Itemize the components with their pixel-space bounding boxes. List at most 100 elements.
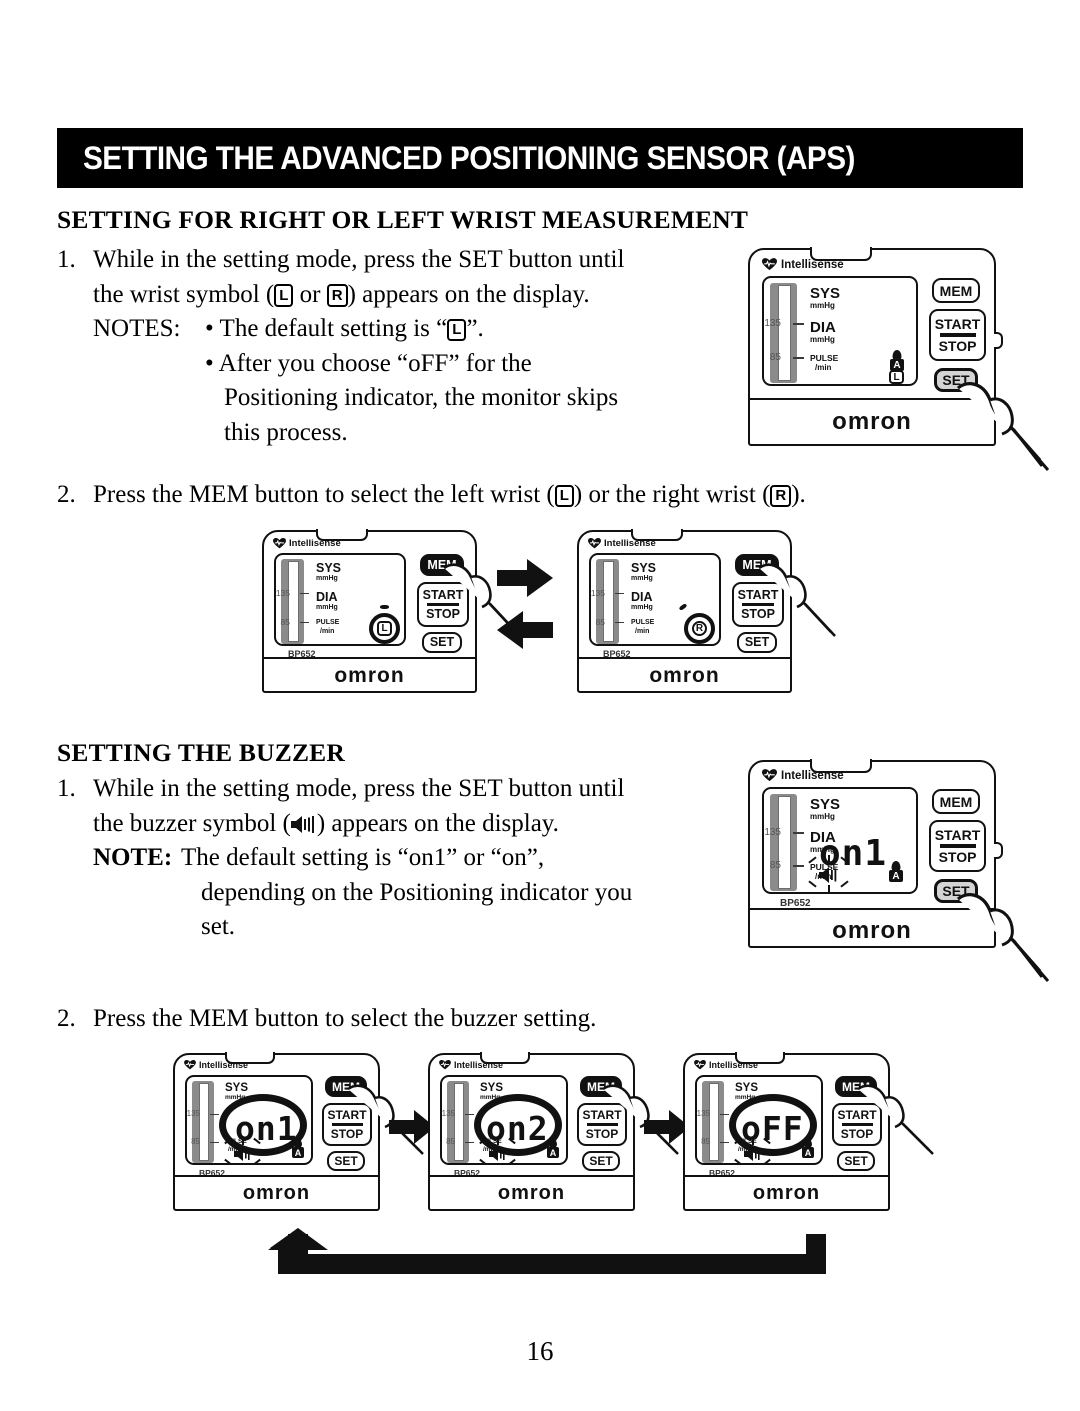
flash-ray bbox=[828, 885, 830, 892]
scale-tick-high bbox=[615, 593, 624, 595]
intellisense-brand: Intellisense bbox=[762, 258, 844, 271]
dia-unit: mmHg bbox=[810, 335, 835, 344]
sys-label: SYS bbox=[480, 1082, 504, 1094]
scale-tick-high bbox=[793, 832, 804, 834]
section2-step2: 2. Press the MEM button to select the buz… bbox=[57, 1002, 957, 1037]
page-title-banner: SETTING THE ADVANCED POSITIONING SENSOR … bbox=[57, 128, 1023, 188]
brand-label: Intellisense bbox=[709, 1060, 759, 1070]
scale-value-low: 85 bbox=[446, 1137, 455, 1146]
pressure-scale-inner bbox=[199, 1083, 209, 1161]
page-number: 16 bbox=[526, 1336, 554, 1366]
sys-label: SYS bbox=[810, 285, 841, 302]
buzzer-step2-number: 2. bbox=[57, 1005, 76, 1032]
lcd-screen: 135 85 SYS mmHg DIA mmHg PULSE /min L bbox=[274, 553, 406, 646]
heart-ecg-icon bbox=[694, 1060, 706, 1070]
pulse-unit: /min bbox=[815, 363, 832, 372]
lcd-screen: 135 85 SYS mmHg PULSE /min on2 A bbox=[440, 1075, 568, 1165]
flash-ray bbox=[763, 1158, 771, 1163]
dia-unit: mmHg bbox=[631, 604, 653, 611]
pressure-scale-inner bbox=[709, 1083, 719, 1161]
device-divider bbox=[264, 657, 475, 660]
pointing-hand-icon bbox=[957, 893, 1050, 982]
pulse-label: PULSE bbox=[316, 619, 340, 626]
pulse-label: PULSE bbox=[631, 619, 655, 626]
step2-number: 2. bbox=[57, 481, 76, 508]
step1-line2-b: or bbox=[293, 280, 327, 308]
device-divider bbox=[685, 1175, 888, 1178]
arrow-right-icon bbox=[497, 559, 553, 597]
buzzer-speaker-icon bbox=[290, 809, 317, 833]
start-stop-divider bbox=[939, 333, 976, 337]
page-title: SETTING THE ADVANCED POSITIONING SENSOR … bbox=[83, 139, 855, 176]
heart-ecg-icon bbox=[588, 538, 601, 549]
step1-number: 1. bbox=[57, 246, 76, 273]
brand-label: Intellisense bbox=[199, 1060, 249, 1070]
pulse-label: PULSE bbox=[810, 353, 839, 363]
flash-mark bbox=[678, 603, 688, 611]
note2-line2: Positioning indicator, the monitor skips bbox=[224, 384, 619, 411]
flash-ray bbox=[479, 1158, 487, 1163]
buzzer-speaker-icon bbox=[489, 1147, 509, 1161]
device-illustration-1: Intellisense 135 85 SYS mmHg DIA mmHg PU… bbox=[748, 247, 1050, 471]
device-illustration-6: Intellisense 135 85 SYS mmHg PULSE /min … bbox=[428, 1052, 679, 1211]
start-stop-button[interactable]: START STOP bbox=[929, 309, 986, 361]
heart-ecg-icon bbox=[184, 1060, 196, 1070]
mem-button[interactable]: MEM bbox=[932, 789, 980, 814]
buzzer-note-line1: The default setting is “on1” or “on”, bbox=[181, 844, 545, 871]
scale-value-high: 135 bbox=[186, 1109, 200, 1118]
sys-label: SYS bbox=[316, 561, 342, 575]
dia-label: DIA bbox=[316, 590, 338, 604]
device-illustration-5: Intellisense 135 85 SYS mmHg PULSE /min … bbox=[173, 1052, 424, 1211]
scale-tick-high bbox=[793, 323, 804, 325]
scale-tick-low bbox=[465, 1142, 474, 1144]
arrow-left-icon bbox=[497, 611, 553, 649]
section1-step1: 1. While in the setting mode, press the S… bbox=[57, 243, 747, 450]
heart-ecg-icon bbox=[762, 769, 777, 782]
positioning-a-indicator: A bbox=[546, 1139, 560, 1158]
lcd-screen: 135 85 SYS mmHg PULSE /min on1 A bbox=[185, 1075, 313, 1165]
omron-logo: omron bbox=[649, 664, 720, 687]
scale-tick-high bbox=[210, 1114, 219, 1116]
mem-button[interactable]: MEM bbox=[932, 278, 980, 303]
buzzer-speaker-icon bbox=[819, 867, 841, 883]
flash-ray bbox=[253, 1158, 261, 1163]
scale-value-high: 135 bbox=[764, 318, 781, 329]
positioning-a-indicator: A bbox=[889, 350, 905, 371]
device-illustration-3: Intellisense 135 85 SYS mmHg DIA mmHg PU… bbox=[577, 529, 836, 693]
sys-unit: mmHg bbox=[316, 575, 338, 582]
scale-value-low: 85 bbox=[280, 617, 290, 627]
buzzer-readout: oFF bbox=[741, 1109, 804, 1148]
step2-wrist-right-icon: R bbox=[770, 484, 792, 507]
buzzer-speaker-icon bbox=[234, 1147, 254, 1161]
brand-label: Intellisense bbox=[454, 1060, 504, 1070]
section1-step2: 2. Press the MEM button to select the lef… bbox=[57, 478, 1017, 513]
wrist-right-icon: R bbox=[326, 284, 348, 307]
start-stop-button[interactable]: START STOP bbox=[929, 820, 986, 872]
lcd-screen: 135 85 SYS mmHg DIA mmHg PULSE /min R bbox=[589, 553, 721, 646]
buzzer-note-line3: set. bbox=[201, 913, 236, 940]
flash-ray bbox=[752, 1137, 754, 1145]
flash-ray bbox=[752, 1163, 754, 1165]
wrist-indicator-l: L bbox=[889, 370, 904, 384]
buzzer-step1-line2-b: ) appears on the display. bbox=[316, 809, 559, 837]
sys-unit: mmHg bbox=[631, 575, 653, 582]
device-illustration-4: Intellisense 135 85 SYS mmHg DIA mmHg PU… bbox=[748, 759, 1050, 982]
wrist-left-icon: L bbox=[274, 284, 294, 307]
pressure-scale-inner bbox=[454, 1083, 464, 1161]
buzzer-step1-line1: While in the setting mode, press the SET… bbox=[93, 775, 625, 802]
dia-unit: mmHg bbox=[316, 604, 338, 611]
intellisense-brand: Intellisense bbox=[184, 1060, 248, 1070]
note-wrist-left-icon: L bbox=[447, 318, 467, 341]
brand-label: Intellisense bbox=[289, 538, 341, 549]
wrist-indicator-l: L bbox=[377, 621, 392, 636]
buzzer-speaker-icon bbox=[744, 1147, 764, 1161]
pressure-scale-inner bbox=[288, 561, 299, 642]
flash-mark bbox=[380, 605, 389, 609]
step2-wrist-left-icon: L bbox=[554, 484, 574, 507]
intellisense-brand: Intellisense bbox=[762, 769, 844, 782]
scale-value-high: 135 bbox=[441, 1109, 455, 1118]
flash-ray bbox=[497, 1163, 499, 1165]
scale-tick-low bbox=[300, 622, 309, 624]
notes-label: NOTES: bbox=[93, 315, 181, 342]
scale-value-high: 135 bbox=[275, 588, 290, 598]
